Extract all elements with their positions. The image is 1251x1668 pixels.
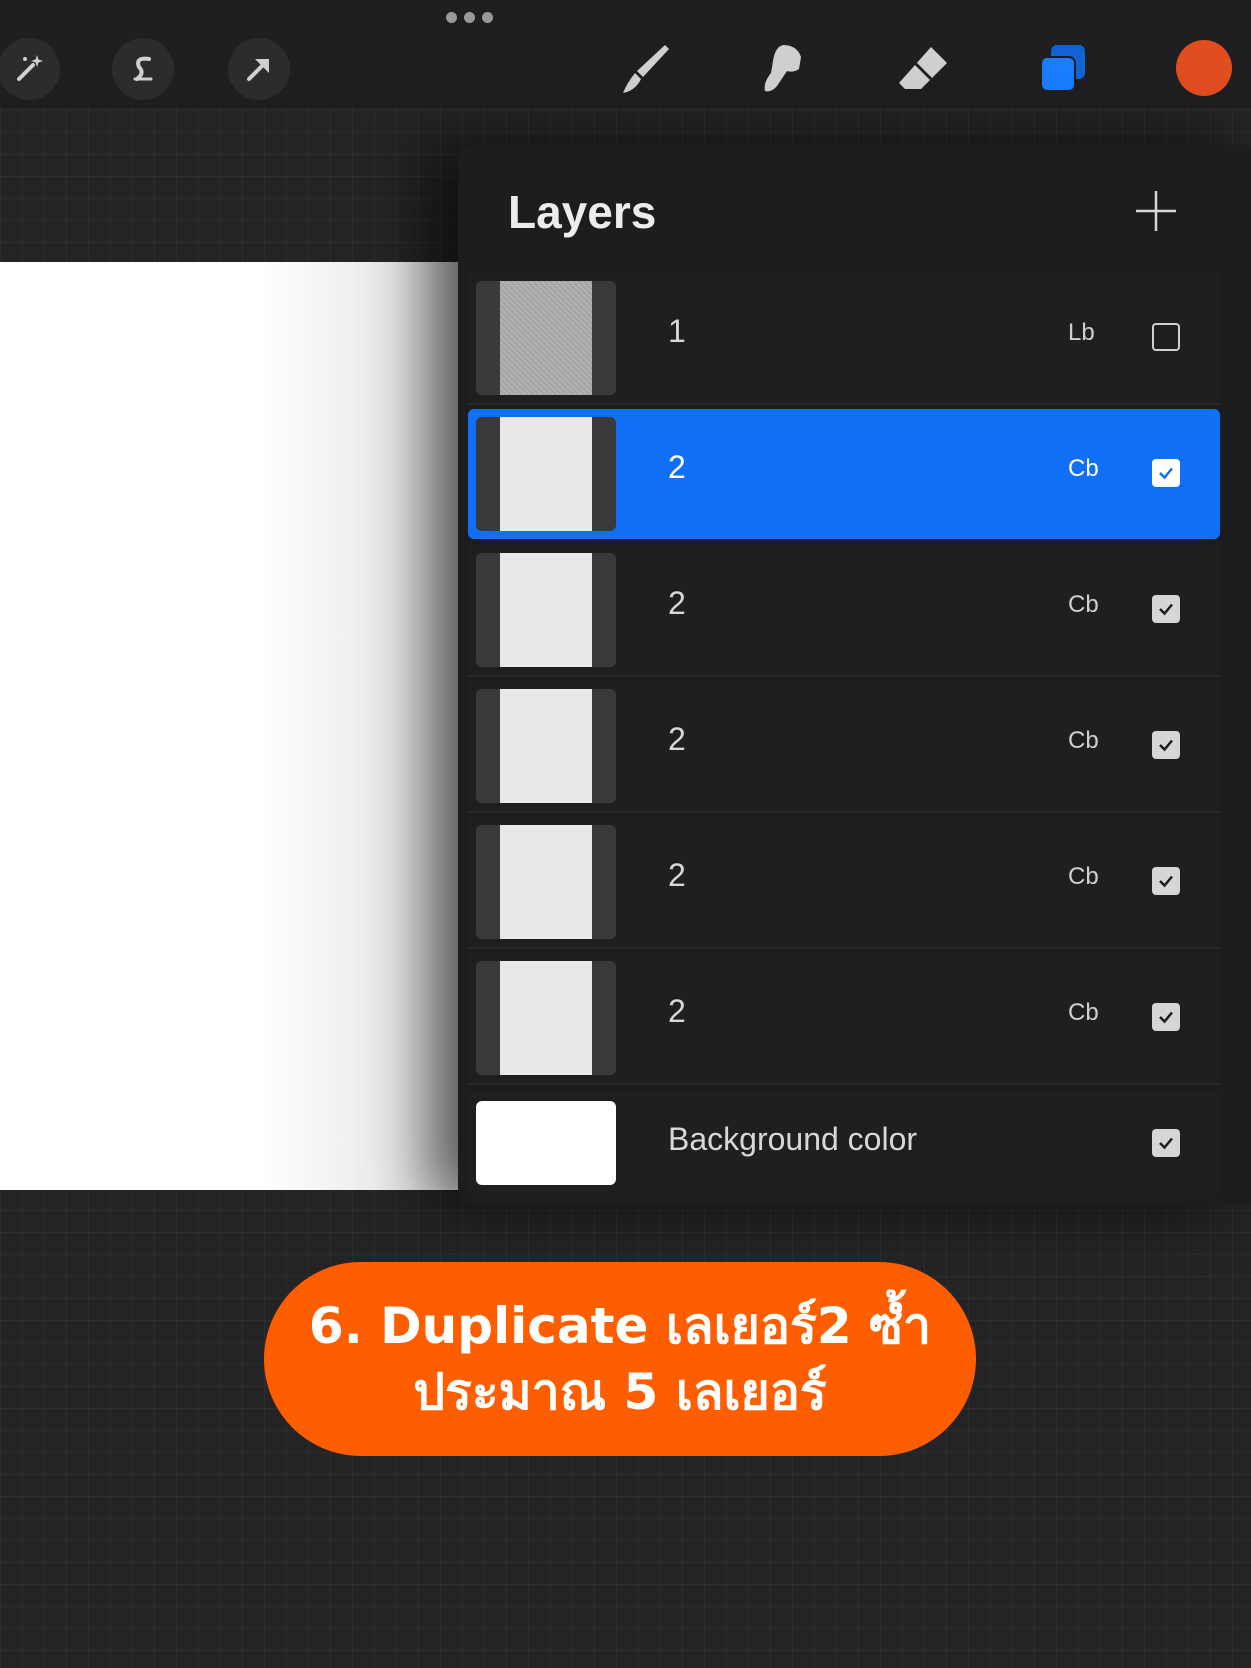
layer-thumbnail-image: [500, 825, 592, 939]
layer-blend-mode[interactable]: Cb: [1068, 863, 1099, 891]
layer-thumbnail[interactable]: [476, 281, 616, 395]
top-toolbar: [0, 0, 1251, 108]
layer-name: 2: [668, 585, 686, 621]
layer-name: 2: [668, 721, 686, 757]
layers-panel: Layers 1 Lb 2 Cb 2 Cb 2 Cb 2 Cb 2 Cb Background col…: [458, 145, 1251, 1205]
eraser-icon[interactable]: [890, 36, 956, 102]
magic-wand-icon[interactable]: [0, 38, 60, 100]
layer-blend-mode[interactable]: Cb: [1068, 727, 1099, 755]
background-visibility-checkbox[interactable]: [1152, 1129, 1180, 1157]
layer-visibility-checkbox[interactable]: [1152, 459, 1180, 487]
layer-thumbnail[interactable]: [476, 825, 616, 939]
layer-thumbnail[interactable]: [476, 689, 616, 803]
layer-blend-mode[interactable]: Cb: [1068, 999, 1099, 1027]
instruction-callout: 6. Duplicate เลเยอร์2 ซ้ำ ประมาณ 5 เลเยอ…: [264, 1262, 976, 1456]
color-picker-button[interactable]: [1176, 40, 1232, 96]
layer-thumbnail-image: [500, 417, 592, 531]
layer-visibility-checkbox[interactable]: [1152, 595, 1180, 623]
drawing-canvas[interactable]: [0, 262, 470, 1190]
layer-visibility-checkbox[interactable]: [1152, 323, 1180, 351]
callout-line-1: 6. Duplicate เลเยอร์2 ซ้ำ: [308, 1297, 932, 1355]
layer-blend-mode[interactable]: Lb: [1068, 319, 1095, 347]
layer-thumbnail-image: [500, 553, 592, 667]
layer-thumbnail-image: [500, 689, 592, 803]
layer-row[interactable]: 2 Cb: [468, 681, 1220, 813]
callout-line-2: ประมาณ 5 เลเยอร์: [413, 1363, 827, 1421]
layer-thumbnail[interactable]: [476, 961, 616, 1075]
background-color-layer[interactable]: Background color: [468, 1093, 1220, 1193]
background-layer-name: Background color: [668, 1121, 918, 1157]
smudge-icon[interactable]: [750, 36, 816, 102]
move-arrow-icon[interactable]: [228, 38, 290, 100]
layer-name: 2: [668, 857, 686, 893]
more-options-icon[interactable]: [446, 12, 496, 28]
layer-row[interactable]: 2 Cb: [468, 545, 1220, 677]
layer-thumbnail[interactable]: [476, 417, 616, 531]
layer-thumbnail-image: [500, 961, 592, 1075]
layer-name: 2: [668, 449, 686, 485]
layer-row[interactable]: 2 Cb: [468, 953, 1220, 1085]
layer-name: 2: [668, 993, 686, 1029]
background-thumbnail[interactable]: [476, 1101, 616, 1185]
layer-row[interactable]: 2 Cb: [468, 817, 1220, 949]
layer-thumbnail-image: [500, 281, 592, 395]
brush-icon[interactable]: [612, 36, 678, 102]
layer-visibility-checkbox[interactable]: [1152, 867, 1180, 895]
layer-thumbnail[interactable]: [476, 553, 616, 667]
layer-blend-mode[interactable]: Cb: [1068, 455, 1099, 483]
layer-row[interactable]: 1 Lb: [468, 273, 1220, 405]
layers-icon[interactable]: [1030, 36, 1096, 102]
layer-row[interactable]: 2 Cb: [468, 409, 1220, 539]
add-layer-button[interactable]: [1134, 189, 1178, 233]
layer-visibility-checkbox[interactable]: [1152, 731, 1180, 759]
selection-icon[interactable]: [112, 38, 174, 100]
layer-visibility-checkbox[interactable]: [1152, 1003, 1180, 1031]
layer-blend-mode[interactable]: Cb: [1068, 591, 1099, 619]
layers-panel-title: Layers: [508, 186, 657, 238]
layer-name: 1: [668, 313, 686, 349]
